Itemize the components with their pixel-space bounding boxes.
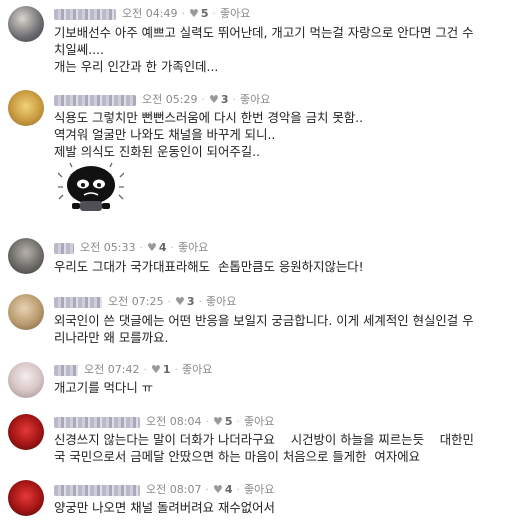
avatar[interactable] [8, 90, 44, 126]
like-count: 4 [224, 483, 233, 496]
heart-icon[interactable]: ♥ [175, 295, 185, 308]
sticker-image [58, 162, 124, 211]
heart-icon[interactable]: ♥ [147, 241, 157, 254]
avatar[interactable] [8, 6, 44, 42]
comment-meta: 오전 07:42 · ♥ 1 · 좋아요 [54, 362, 212, 378]
avatar[interactable] [8, 414, 44, 450]
comment-time: 오전 07:25 [108, 295, 164, 308]
like-button[interactable]: 좋아요 [220, 7, 250, 20]
like-count: 5 [224, 415, 233, 428]
comment-time: 오전 05:33 [80, 241, 136, 254]
heart-icon[interactable]: ♥ [209, 93, 219, 106]
comment-time: 오전 07:42 [84, 363, 140, 376]
heart-icon[interactable]: ♥ [151, 363, 161, 376]
username-blurred[interactable] [54, 364, 78, 376]
comment-time: 오전 05:29 [142, 93, 198, 106]
username-blurred[interactable] [54, 296, 102, 308]
comment-text: 신경쓰지 않는다는 말이 더화가 나더라구요 시건방이 하늘을 찌르는듯 대한민… [54, 432, 474, 464]
like-button[interactable]: 좋아요 [244, 483, 274, 496]
avatar[interactable] [8, 294, 44, 330]
like-count: 4 [158, 241, 167, 254]
comment-time: 오전 08:07 [146, 483, 202, 496]
comment-text: 기보배선수 아주 예쁘고 실력도 뛰어난데, 개고기 먹는걸 자랑으로 안다면 … [54, 25, 474, 74]
username-blurred[interactable] [54, 8, 116, 20]
comment-time: 오전 04:49 [122, 7, 178, 20]
comment-meta: 오전 08:07 · ♥ 4 · 좋아요 [54, 482, 274, 498]
like-count: 5 [200, 7, 209, 20]
avatar[interactable] [8, 480, 44, 516]
avatar[interactable] [8, 362, 44, 398]
comment-text: 양궁만 나오면 채널 돌려버려요 재수없어서 [54, 500, 275, 515]
heart-icon[interactable]: ♥ [213, 483, 223, 496]
like-button[interactable]: 좋아요 [178, 241, 208, 254]
username-blurred[interactable] [54, 94, 136, 106]
like-count: 3 [220, 93, 229, 106]
like-button[interactable]: 좋아요 [244, 415, 274, 428]
comment-meta: 오전 07:25 · ♥ 3 · 좋아요 [54, 294, 236, 310]
username-blurred[interactable] [54, 484, 140, 496]
username-blurred[interactable] [54, 242, 74, 254]
like-button[interactable]: 좋아요 [240, 93, 270, 106]
comment-meta: 오전 04:49 · ♥ 5 · 좋아요 [54, 6, 250, 22]
comment-meta: 오전 05:29 · ♥ 3 · 좋아요 [54, 92, 270, 108]
avatar[interactable] [8, 238, 44, 274]
comment-time: 오전 08:04 [146, 415, 202, 428]
comment-text: 개고기를 먹다니 ㅠ [54, 380, 154, 395]
comment-text: 외국인이 쓴 댓글에는 어떤 반응을 보일지 궁금합니다. 이게 세계적인 현실… [54, 313, 474, 345]
heart-icon[interactable]: ♥ [189, 7, 199, 20]
comment-meta: 오전 08:04 · ♥ 5 · 좋아요 [54, 414, 274, 430]
comment-text: 식용도 그렇치만 뻔뻔스러움에 다시 한번 경악을 금치 못함.. 역겨워 얼굴… [54, 110, 364, 159]
like-count: 1 [162, 363, 171, 376]
username-blurred[interactable] [54, 416, 140, 428]
like-button[interactable]: 좋아요 [182, 363, 212, 376]
comment-text: 우리도 그대가 국가대표라해도 손톱만큼도 응원하지않는다! [54, 259, 364, 274]
like-button[interactable]: 좋아요 [206, 295, 236, 308]
comment-meta: 오전 05:33 · ♥ 4 · 좋아요 [54, 240, 208, 256]
heart-icon[interactable]: ♥ [213, 415, 223, 428]
like-count: 3 [186, 295, 195, 308]
